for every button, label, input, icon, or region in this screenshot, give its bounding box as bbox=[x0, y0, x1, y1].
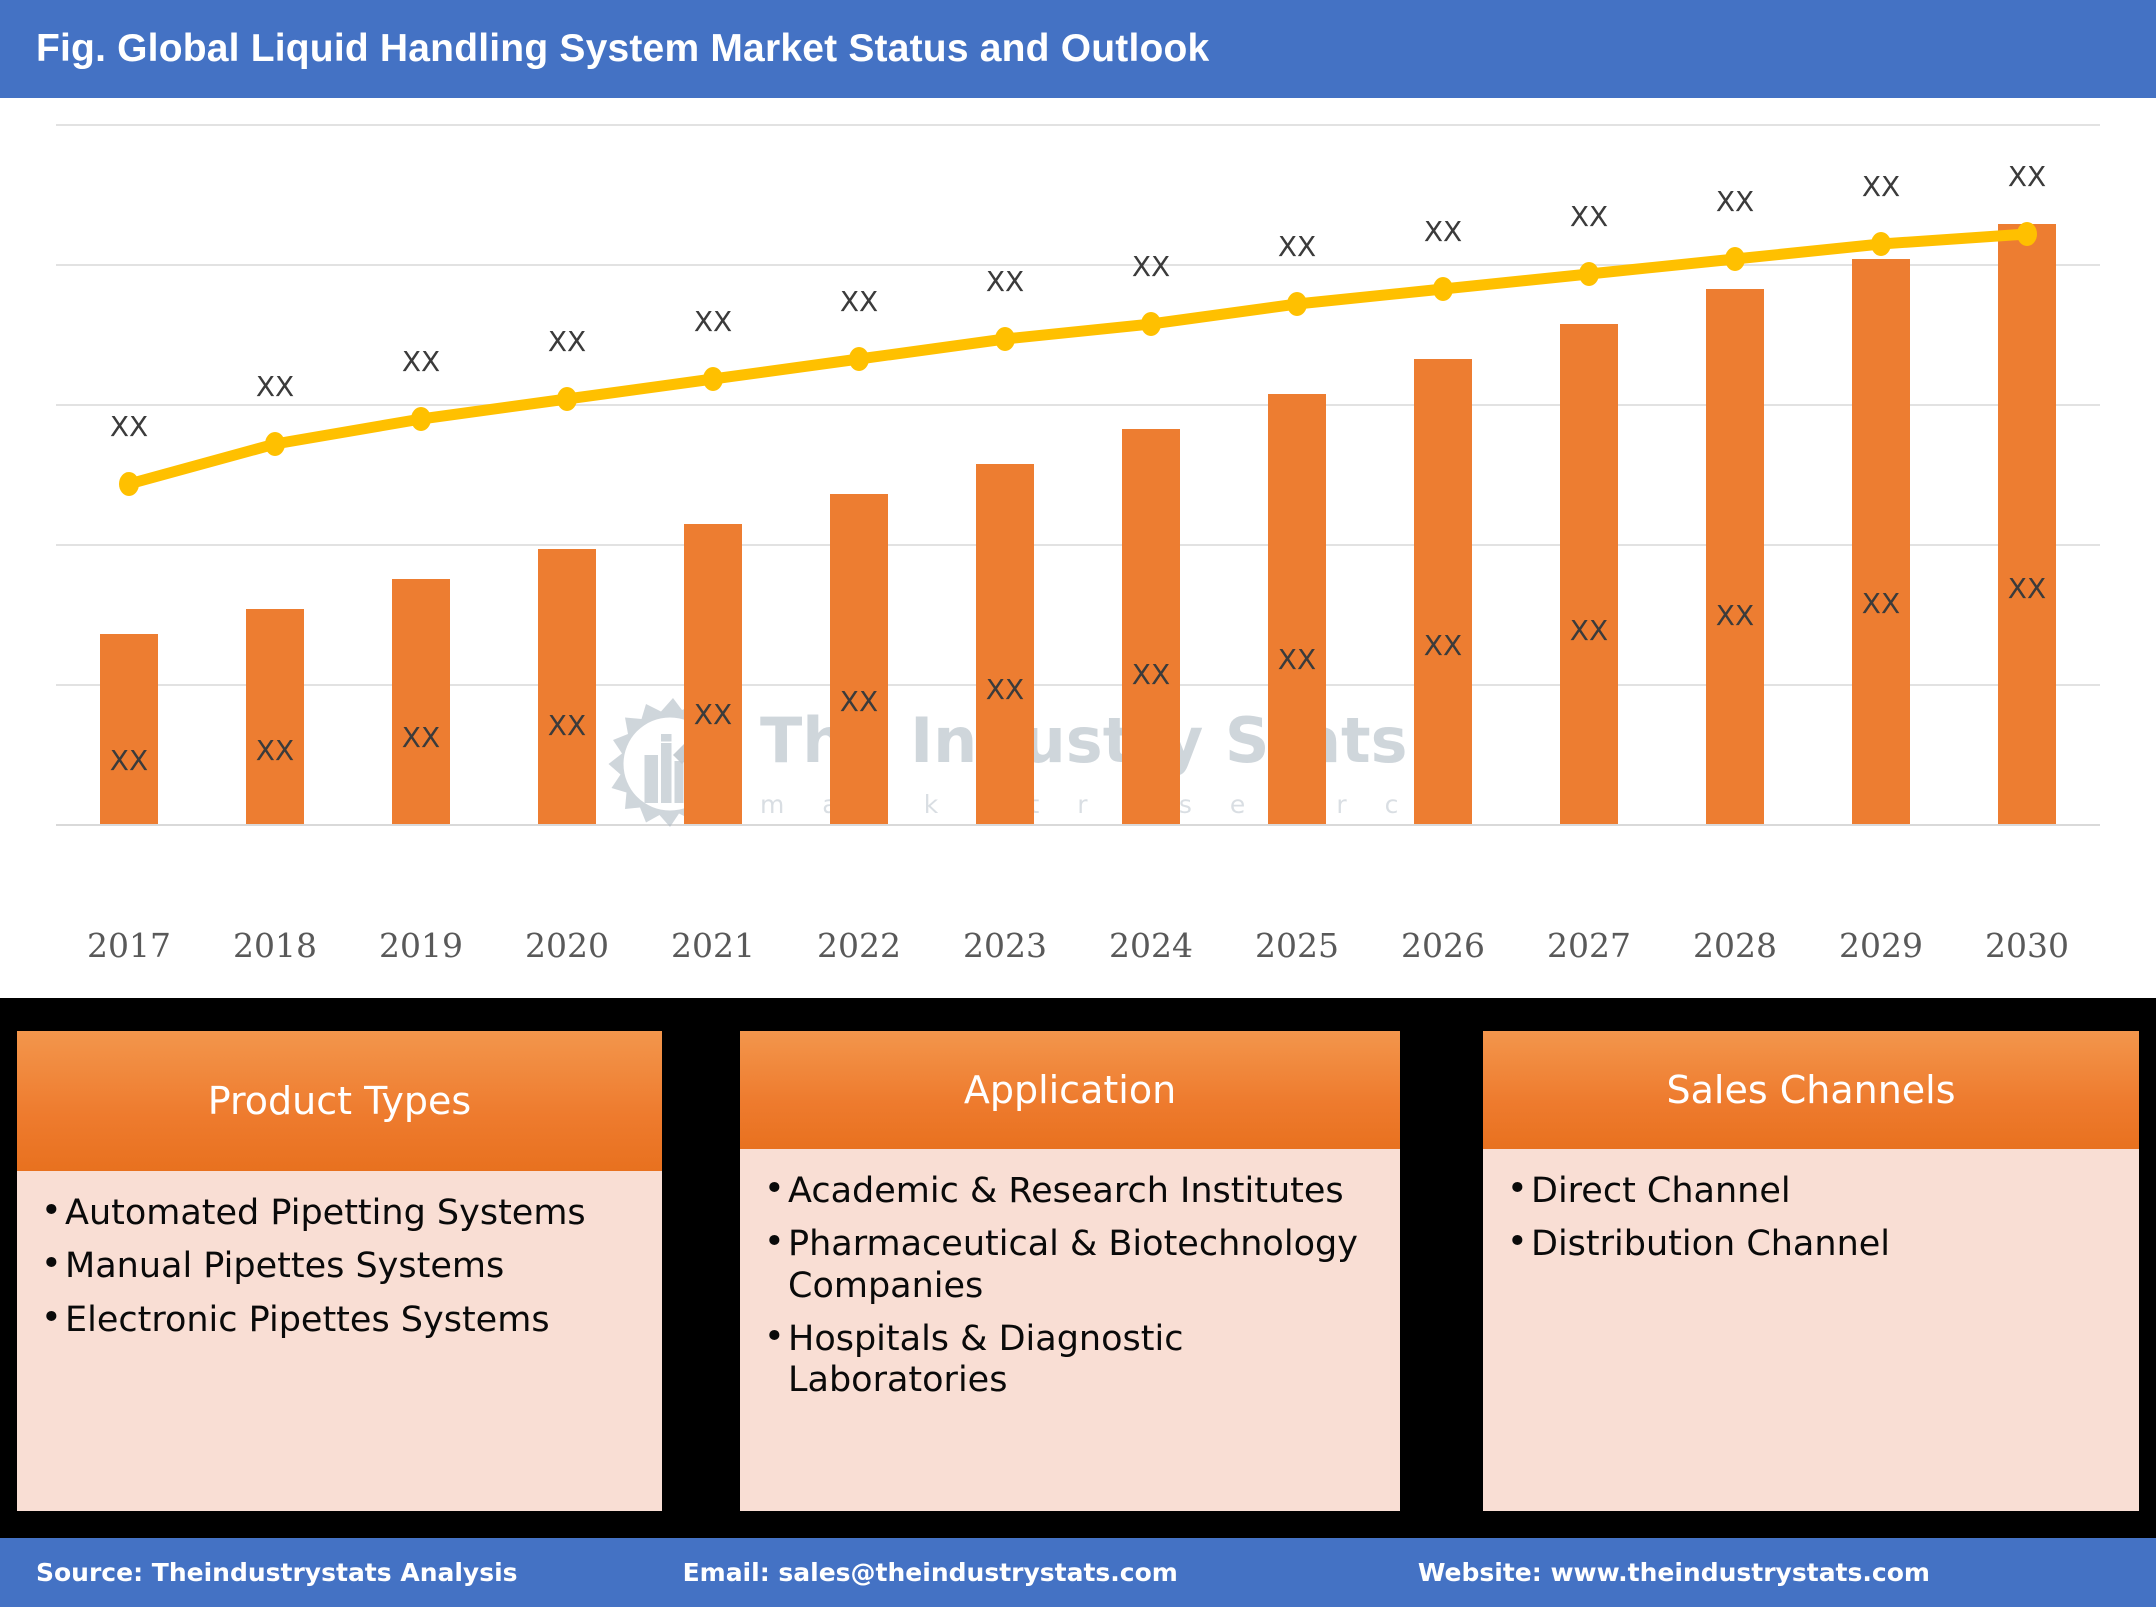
panel-application-title: Application bbox=[740, 1031, 1400, 1149]
product-types-list: Automated Pipetting Systems Manual Pipett… bbox=[35, 1191, 644, 1341]
line-data-label: XX bbox=[401, 345, 441, 378]
segmentation-panels: Product Types Automated Pipetting System… bbox=[0, 998, 2156, 1538]
figure-root: Fig. Global Liquid Handling System Marke… bbox=[0, 0, 2156, 1607]
x-axis-tick-label: 2017 bbox=[87, 926, 171, 965]
growth-rate-point[interactable] bbox=[703, 367, 723, 391]
list-item: Electronic Pipettes Systems bbox=[35, 1298, 644, 1341]
title-bar: Fig. Global Liquid Handling System Marke… bbox=[0, 0, 2156, 98]
line-data-label: XX bbox=[1861, 170, 1901, 203]
page-title: Fig. Global Liquid Handling System Marke… bbox=[36, 27, 1210, 70]
x-axis-tick-label: 2028 bbox=[1693, 926, 1777, 965]
panel-application: Application Academic & Research Institut… bbox=[740, 1031, 1400, 1511]
line-data-label: XX bbox=[1569, 200, 1609, 233]
line-data-label: XX bbox=[1277, 230, 1317, 263]
growth-rate-point[interactable] bbox=[1433, 277, 1453, 301]
x-axis-tick-label: 2026 bbox=[1401, 926, 1485, 965]
x-axis-tick-label: 2020 bbox=[525, 926, 609, 965]
growth-line-series bbox=[119, 222, 2037, 496]
list-item: Hospitals & Diagnostic Laboratories bbox=[758, 1317, 1382, 1402]
footer-email[interactable]: Email: sales@theindustrystats.com bbox=[683, 1558, 1178, 1587]
growth-rate-point[interactable] bbox=[995, 327, 1015, 351]
line-data-label: XX bbox=[255, 370, 295, 403]
list-item: Pharmaceutical & Biotechnology Companies bbox=[758, 1222, 1382, 1307]
line-data-label: XX bbox=[1131, 250, 1171, 283]
line-data-label: XX bbox=[2007, 160, 2047, 193]
line-data-label: XX bbox=[1423, 215, 1463, 248]
chart-panel: The Industry Stats m a r k e t r e s e a… bbox=[0, 98, 2156, 1052]
line-data-label: XX bbox=[839, 285, 879, 318]
x-axis-tick-label: 2022 bbox=[817, 926, 901, 965]
x-axis-tick-label: 2029 bbox=[1839, 926, 1923, 965]
panel-product-types-body: Automated Pipetting Systems Manual Pipett… bbox=[17, 1171, 662, 1511]
growth-rate-point[interactable] bbox=[1871, 232, 1891, 256]
footer-source: Source: Theindustrystats Analysis bbox=[36, 1558, 518, 1587]
list-item: Automated Pipetting Systems bbox=[35, 1191, 644, 1234]
x-axis-tick-label: 2030 bbox=[1985, 926, 2069, 965]
growth-rate-point[interactable] bbox=[2017, 222, 2037, 246]
line-data-label: XX bbox=[693, 305, 733, 338]
growth-rate-point[interactable] bbox=[265, 432, 285, 456]
panel-product-types-title: Product Types bbox=[17, 1031, 662, 1171]
growth-rate-point[interactable] bbox=[1725, 247, 1745, 271]
plot-area: The Industry Stats m a r k e t r e s e a… bbox=[56, 124, 2100, 827]
growth-rate-point[interactable] bbox=[1287, 292, 1307, 316]
footer-bar: Source: Theindustrystats Analysis Email:… bbox=[0, 1538, 2156, 1607]
panel-sales-channels-body: Direct Channel Distribution Channel bbox=[1483, 1149, 2139, 1511]
x-axis-tick-label: 2027 bbox=[1547, 926, 1631, 965]
growth-rate-point[interactable] bbox=[557, 387, 577, 411]
x-axis-tick-label: 2021 bbox=[671, 926, 755, 965]
line-data-label: XX bbox=[1715, 185, 1755, 218]
list-item: Distribution Channel bbox=[1501, 1222, 2121, 1265]
footer-website[interactable]: Website: www.theindustrystats.com bbox=[1418, 1558, 1930, 1587]
application-list: Academic & Research Institutes Pharmaceut… bbox=[758, 1169, 1382, 1402]
x-axis-tick-label: 2025 bbox=[1255, 926, 1339, 965]
growth-rate-point[interactable] bbox=[1141, 312, 1161, 336]
x-axis-tick-label: 2019 bbox=[379, 926, 463, 965]
growth-rate-point[interactable] bbox=[1579, 262, 1599, 286]
line-data-label: XX bbox=[547, 325, 587, 358]
x-axis-tick-label: 2023 bbox=[963, 926, 1047, 965]
panel-product-types: Product Types Automated Pipetting System… bbox=[17, 1031, 662, 1511]
growth-rate-point[interactable] bbox=[119, 472, 139, 496]
line-data-label: XX bbox=[109, 410, 149, 443]
panel-sales-channels-title: Sales Channels bbox=[1483, 1031, 2139, 1149]
growth-rate-point[interactable] bbox=[849, 347, 869, 371]
line-data-label: XX bbox=[985, 265, 1025, 298]
list-item: Direct Channel bbox=[1501, 1169, 2121, 1212]
panel-sales-channels: Sales Channels Direct Channel Distributio… bbox=[1483, 1031, 2139, 1511]
axis-baseline bbox=[56, 824, 2100, 826]
x-axis-tick-label: 2018 bbox=[233, 926, 317, 965]
list-item: Manual Pipettes Systems bbox=[35, 1244, 644, 1287]
sales-channels-list: Direct Channel Distribution Channel bbox=[1501, 1169, 2121, 1266]
list-item: Academic & Research Institutes bbox=[758, 1169, 1382, 1212]
growth-rate-point[interactable] bbox=[411, 407, 431, 431]
panel-application-body: Academic & Research Institutes Pharmaceut… bbox=[740, 1149, 1400, 1511]
x-axis-tick-label: 2024 bbox=[1109, 926, 1193, 965]
x-axis: 2017 2018 2019 2020 2021 2022 2023 2024 2025 2026… bbox=[56, 926, 2100, 976]
